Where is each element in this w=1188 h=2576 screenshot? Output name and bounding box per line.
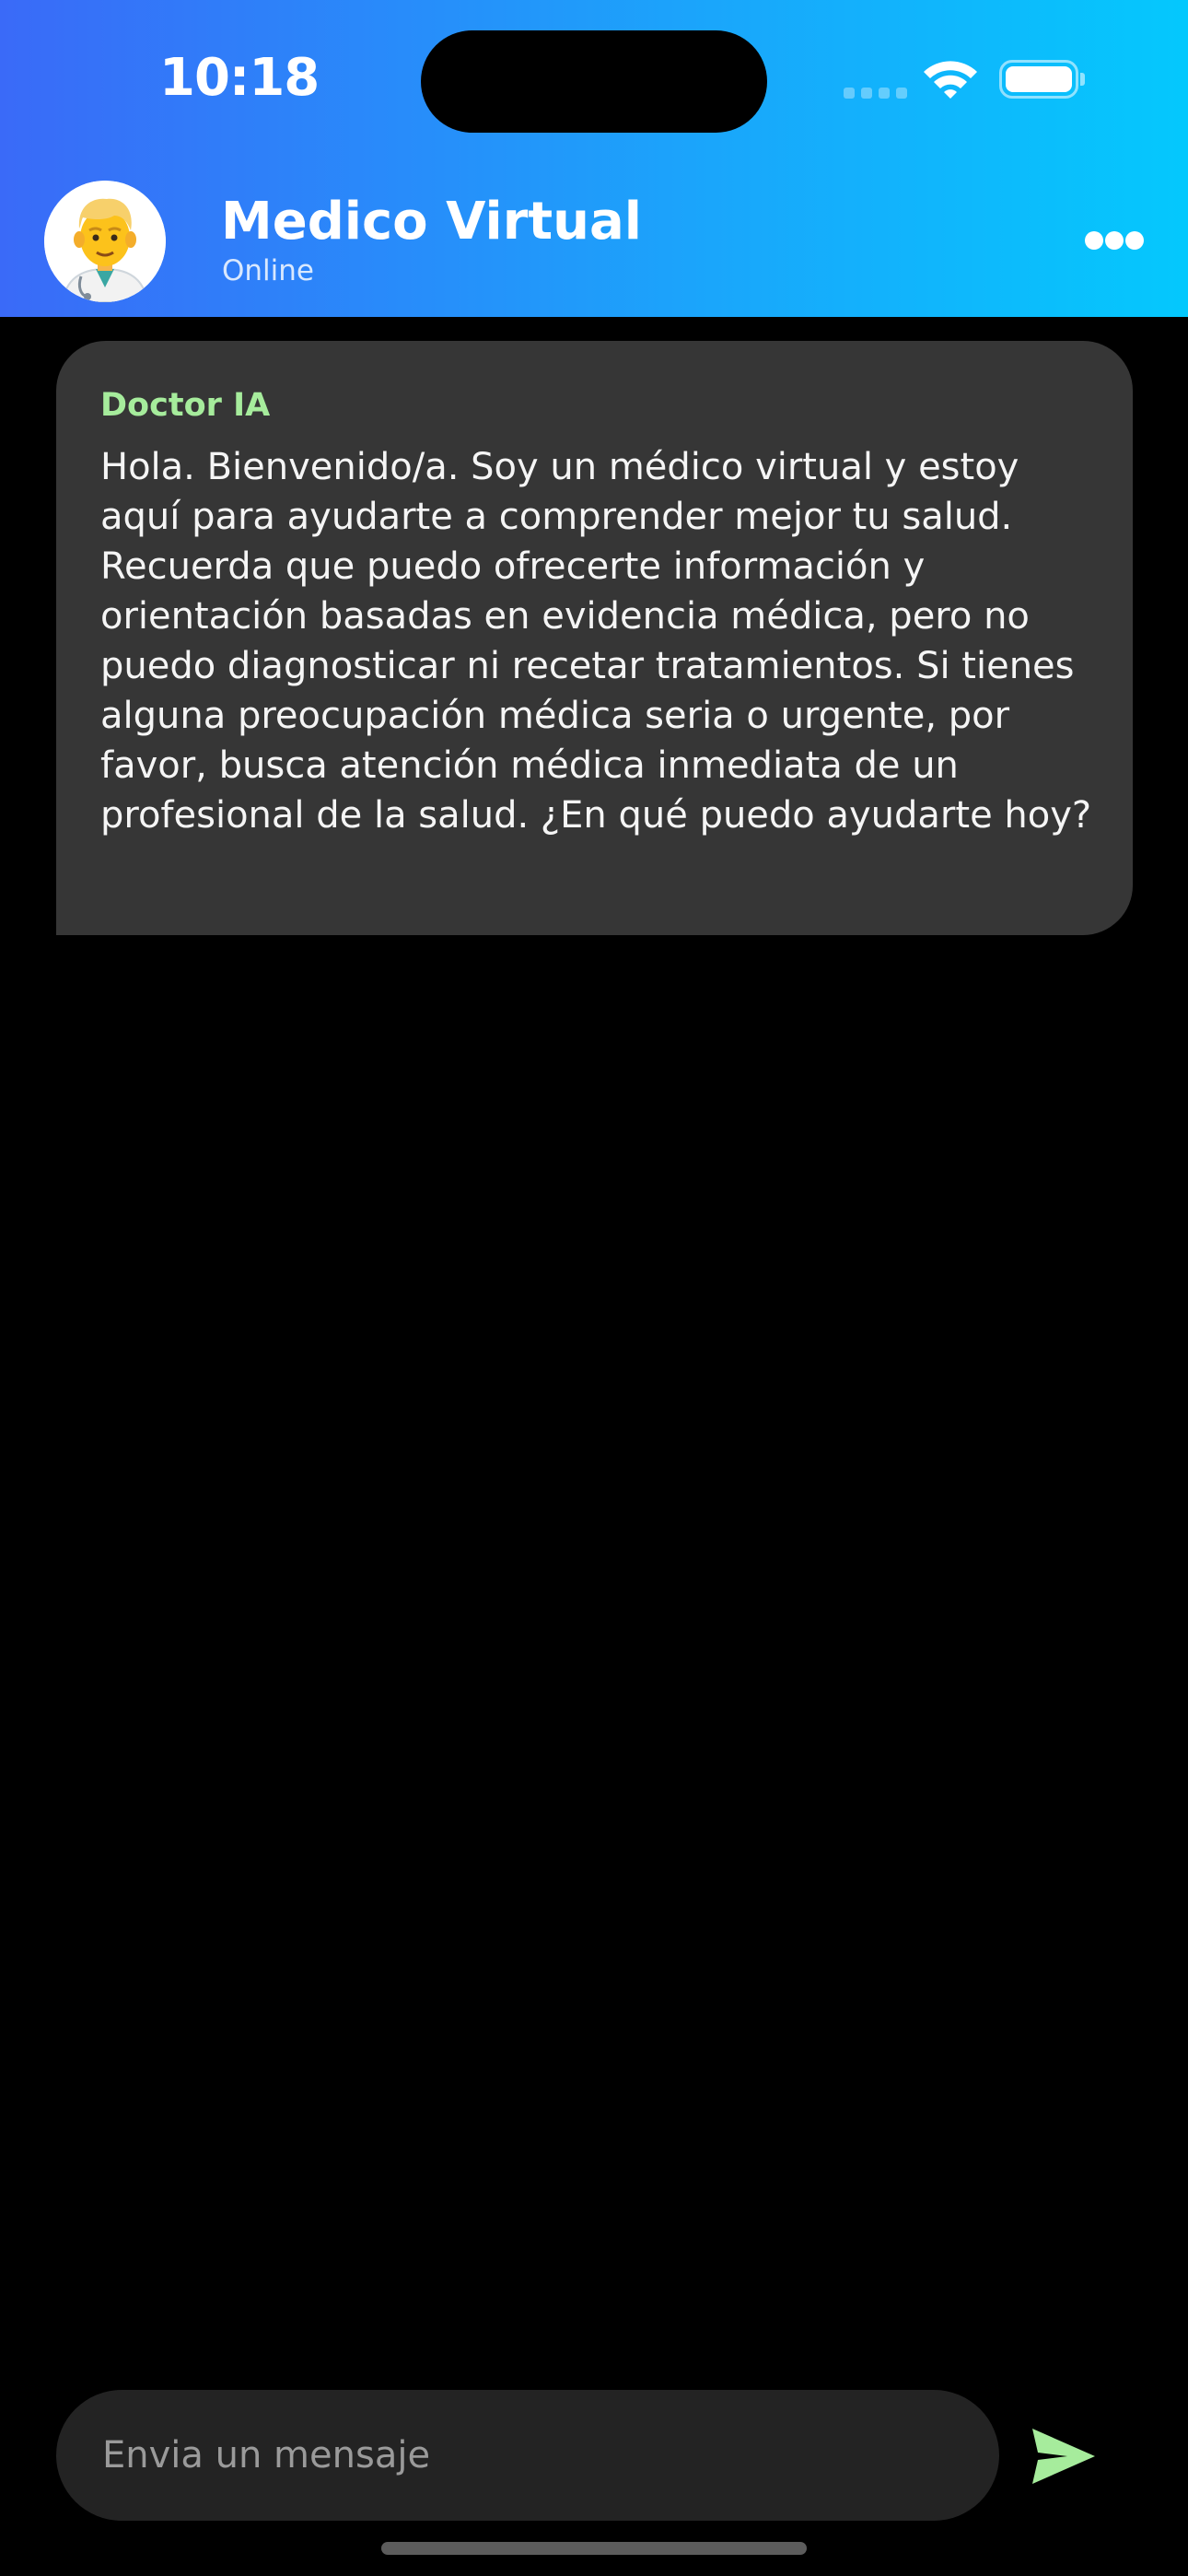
send-button[interactable]	[1031, 2425, 1097, 2488]
doctor-avatar[interactable]	[44, 181, 166, 302]
dynamic-island	[421, 30, 767, 133]
message-text: Hola. Bienvenido/a. Soy un médico virtua…	[100, 446, 1092, 837]
send-icon	[1032, 2429, 1095, 2484]
message-input[interactable]	[100, 2433, 955, 2477]
home-indicator[interactable]	[381, 2542, 807, 2555]
battery-icon	[999, 60, 1085, 99]
more-dots-icon	[1085, 231, 1103, 250]
doctor-emoji-icon	[44, 181, 166, 302]
wifi-icon	[924, 61, 977, 99]
message-bubble: Doctor IA Hola. Bienvenido/a. Soy un méd…	[56, 341, 1133, 935]
cellular-signal-icon	[844, 88, 908, 99]
message-composer[interactable]	[56, 2390, 999, 2521]
chat-online-status: Online	[222, 254, 314, 287]
chat-header: 10:18 Medico Virtual Online	[0, 0, 1188, 317]
more-options-button[interactable]	[1077, 219, 1151, 263]
status-bar-time: 10:18	[159, 48, 320, 108]
chat-title: Medico Virtual	[221, 192, 642, 252]
message-sender: Doctor IA	[100, 387, 271, 424]
